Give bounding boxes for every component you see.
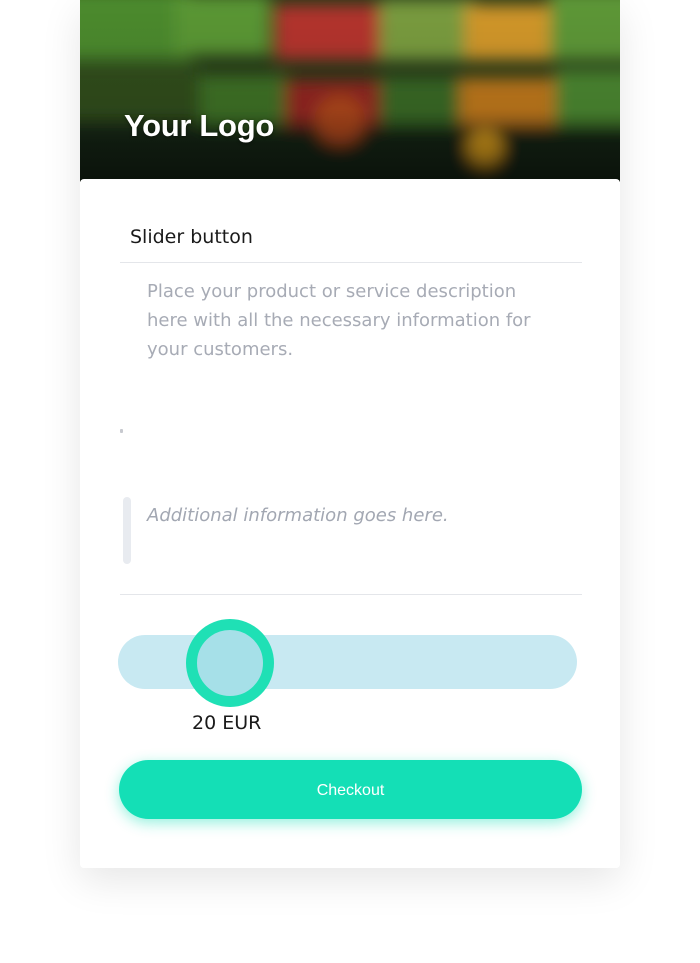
market-background-image — [80, 0, 620, 182]
logo-text: Your Logo — [124, 108, 274, 143]
product-title: Slider button — [130, 226, 253, 248]
top-divider — [120, 262, 582, 263]
additional-information: Additional information goes here. — [147, 505, 449, 526]
checkout-button[interactable]: Checkout — [119, 760, 582, 819]
price-slider-thumb[interactable] — [186, 619, 274, 707]
price-value-label: 20 EUR — [192, 712, 262, 734]
product-description: Place your product or service descriptio… — [147, 281, 531, 360]
bottom-divider — [120, 594, 582, 595]
header-banner: Your Logo — [80, 0, 620, 182]
small-marker — [120, 429, 123, 433]
quote-bar — [123, 497, 131, 564]
